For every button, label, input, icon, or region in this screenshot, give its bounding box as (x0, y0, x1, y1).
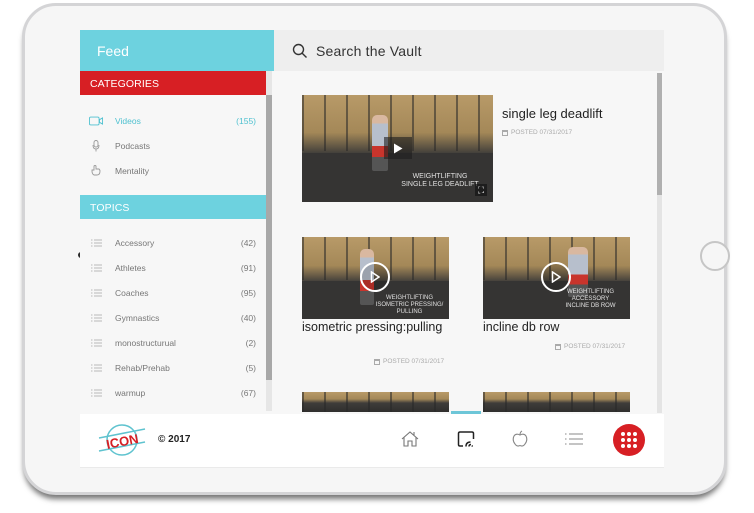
category-label: Mentality (115, 165, 150, 176)
thumbnail-caption: WEIGHTLIFTING ACCESSORY INCLINE DB ROW (565, 289, 616, 309)
main-content: Search the Vault WEIGHTLIFTING SINGLE LE… (274, 30, 664, 413)
play-button[interactable] (360, 262, 390, 292)
thumbnail-caption: WEIGHTLIFTING SINGLE LEG DEADLIFT (401, 173, 479, 188)
home-icon (401, 431, 419, 447)
nav-feed-button[interactable] (455, 428, 477, 450)
list-icon (89, 239, 103, 247)
calendar-icon (555, 343, 561, 350)
topic-count: (95) (240, 287, 256, 298)
category-label: Videos (115, 115, 141, 126)
topics-list: Accessory (42) Athletes (91) Coaches (95… (80, 219, 274, 405)
search-input[interactable]: Search the Vault (316, 43, 422, 59)
video-title[interactable]: isometric pressing:pulling (302, 320, 449, 335)
search-icon (292, 43, 307, 58)
hand-icon (89, 165, 103, 176)
list-icon (565, 433, 583, 445)
sidebar-title: Feed (80, 30, 274, 71)
bottom-nav-bar: ICON © 2017 (80, 414, 664, 468)
search-bar[interactable]: Search the Vault (274, 30, 664, 71)
nav-nutrition-button[interactable] (509, 428, 531, 450)
video-thumbnail[interactable] (302, 392, 449, 412)
topic-count: (40) (240, 312, 256, 323)
apple-icon (512, 430, 528, 447)
video-thumbnail[interactable]: WEIGHTLIFTING ACCESSORY INCLINE DB ROW (483, 237, 630, 319)
video-posted-date: POSTED 07/31/2017 (502, 129, 572, 136)
topic-count: (5) (245, 362, 256, 373)
video-title[interactable]: single leg deadlift (502, 106, 602, 121)
topics-header: TOPICS (80, 195, 266, 219)
app-screen: Feed CATEGORIES Videos (155) Podcasts Me… (80, 30, 664, 468)
microphone-icon (89, 139, 103, 152)
category-label: Podcasts (115, 140, 150, 151)
home-hardware-button[interactable] (700, 241, 730, 271)
topic-item[interactable]: Accessory (42) (80, 230, 274, 255)
nav-home-button[interactable] (399, 428, 421, 450)
calendar-icon (374, 358, 380, 365)
topic-label: Rehab/Prehab (115, 362, 170, 373)
list-icon (89, 289, 103, 297)
grid-icon (621, 432, 625, 436)
video-thumbnail[interactable]: WEIGHTLIFTING ISOMETRIC PRESSING/ PULLIN… (302, 237, 449, 319)
play-icon (551, 271, 561, 283)
nav-list-button[interactable] (563, 428, 585, 450)
category-item-podcasts[interactable]: Podcasts (80, 133, 274, 158)
apps-menu-button[interactable] (613, 424, 645, 456)
topic-item[interactable]: Rehab/Prehab (5) (80, 355, 274, 380)
icon-logo[interactable]: ICON (98, 420, 146, 460)
topic-item[interactable]: Athletes (91) (80, 255, 274, 280)
video-title[interactable]: incline db row (483, 320, 559, 335)
topic-label: monostructurual (115, 337, 176, 348)
topic-count: (2) (245, 337, 256, 348)
play-icon (370, 271, 380, 283)
topic-item[interactable]: Gymnastics (40) (80, 305, 274, 330)
topic-label: Coaches (115, 287, 149, 298)
list-icon (89, 364, 103, 372)
topic-count: (67) (240, 387, 256, 398)
category-item-mentality[interactable]: Mentality (80, 158, 274, 183)
topic-label: Gymnastics (115, 312, 160, 323)
fullscreen-icon[interactable]: ⛶ (475, 184, 487, 196)
copyright-text: © 2017 (158, 434, 191, 445)
video-camera-icon (89, 116, 103, 126)
calendar-icon (502, 129, 508, 136)
category-count: (155) (236, 115, 256, 126)
list-icon (89, 389, 103, 397)
list-icon (89, 314, 103, 322)
topic-label: warmup (115, 387, 146, 398)
play-button[interactable] (541, 262, 571, 292)
topic-item[interactable]: Coaches (95) (80, 280, 274, 305)
main-scrollbar-thumb[interactable] (657, 73, 662, 195)
topic-count: (91) (240, 262, 256, 273)
cast-icon (457, 431, 475, 447)
video-posted-date: POSTED 07/31/2017 (555, 343, 625, 350)
topic-count: (42) (240, 237, 256, 248)
video-thumbnail[interactable]: WEIGHTLIFTING SINGLE LEG DEADLIFT ⛶ (302, 95, 493, 202)
topic-item[interactable]: warmup (67) (80, 380, 274, 405)
categories-list: Videos (155) Podcasts Mentality (80, 95, 274, 195)
play-button[interactable] (384, 137, 412, 159)
sidebar: Feed CATEGORIES Videos (155) Podcasts Me… (80, 30, 274, 411)
topic-item[interactable]: monostructurual (2) (80, 330, 274, 355)
video-thumbnail[interactable] (483, 392, 630, 412)
thumbnail-caption: WEIGHTLIFTING ISOMETRIC PRESSING/ PULLIN… (375, 295, 444, 315)
play-icon (394, 143, 403, 153)
topic-label: Accessory (115, 237, 155, 248)
category-item-videos[interactable]: Videos (155) (80, 108, 274, 133)
video-posted-date: POSTED 07/31/2017 (374, 358, 444, 365)
topic-label: Athletes (115, 262, 146, 273)
categories-header: CATEGORIES (80, 71, 266, 95)
list-icon (89, 339, 103, 347)
list-icon (89, 264, 103, 272)
sidebar-scrollbar-thumb[interactable] (266, 95, 272, 380)
